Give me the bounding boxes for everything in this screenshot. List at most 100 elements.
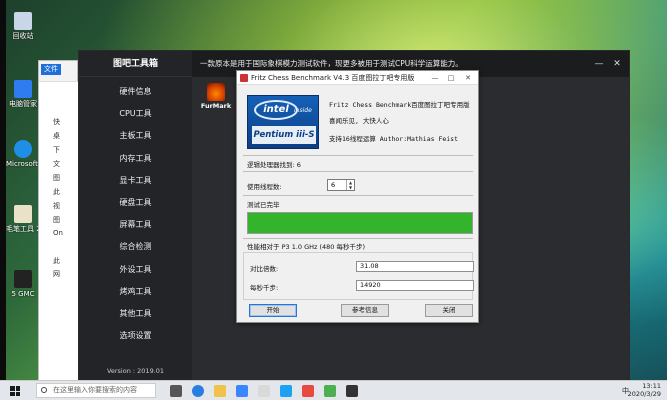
intel-wordmark: intel [254,100,298,120]
minimize-button[interactable]: — [429,71,441,85]
intel-inside-text: inside [294,107,312,114]
dialog-title: Fritz Chess Benchmark V4.3 百度图拉丁吧专用版 [251,74,415,82]
edge-icon[interactable] [192,385,204,397]
app-icon[interactable] [258,385,270,397]
clock-time: 13:11 [642,382,661,390]
desktop-icon-label: Microsoft Edge [6,160,40,168]
toolbox-taskbar-icon[interactable] [346,385,358,397]
reference-info-button[interactable]: 参考信息 [341,304,389,317]
nav-item[interactable]: 文 [53,159,60,169]
ratio-value-field: 31.08 [356,261,474,272]
processors-found-label: 逻辑处理器找到: 6 [247,161,301,169]
desktop-icon-recycle-bin[interactable]: 回收站 [6,12,40,40]
status-label: 测试已完毕 [247,201,280,209]
tool-furmark[interactable]: FurMark [198,83,234,110]
edge-icon [14,140,32,158]
search-placeholder: 在这里输入你要搜索的内容 [53,386,137,394]
desktop-icon-pc-manager[interactable]: 电脑管家 [6,80,40,108]
nav-item[interactable]: 视 [53,201,60,211]
dialog-titlebar: Fritz Chess Benchmark V4.3 百度图拉丁吧专用版 — □… [237,71,478,85]
nav-hardware-info[interactable]: 硬件信息 [79,81,192,103]
nav-item[interactable]: 图 [53,215,60,225]
task-view-icon[interactable] [170,385,182,397]
fritz-benchmark-dialog[interactable]: Fritz Chess Benchmark V4.3 百度图拉丁吧专用版 — □… [236,70,479,323]
folder-icon [14,205,32,223]
toolbox-nav: 硬件信息 CPU工具 主板工具 内存工具 显卡工具 硬盘工具 屏幕工具 综合检测… [79,81,192,347]
threads-spinner[interactable]: 6 ▲ ▼ [327,179,355,191]
furmark-icon [207,83,225,101]
info-line-1: Fritz Chess Benchmark百度图拉丁吧专用版 [329,101,470,109]
threads-value: 6 [331,181,336,189]
benchmark-progress-bar [247,212,473,234]
folder-icon[interactable] [214,385,226,397]
taskbar: 在这里输入你要搜索的内容 中 13:11 2020/3/29 [0,380,667,400]
toolbox-title: 图吧工具箱 [79,51,192,77]
divider [243,171,473,172]
toolbox-sidebar: 图吧工具箱 硬件信息 CPU工具 主板工具 内存工具 显卡工具 硬盘工具 屏幕工… [79,51,192,381]
nav-memory-tools[interactable]: 内存工具 [79,148,192,170]
app-icon[interactable] [302,385,314,397]
desktop-icon-label: 5 GMC [11,290,35,298]
nav-item[interactable]: 此 [53,187,60,197]
recycle-bin-icon [14,12,32,30]
nav-motherboard-tools[interactable]: 主板工具 [79,125,192,147]
results-group: 对比倍数: 31.08 每秒千步: 14920 [243,252,474,300]
desktop-icon-label: 毛笔工具 2019 [6,225,40,233]
taskbar-search-input[interactable]: 在这里输入你要搜索的内容 [36,383,156,398]
divider [243,238,473,239]
nav-stress-tools[interactable]: 烤鸡工具 [79,281,192,303]
tool-label: FurMark [200,102,232,110]
nav-peripheral-tools[interactable]: 外设工具 [79,259,192,281]
shield-icon [14,80,32,98]
nav-item[interactable]: 桌 [53,131,60,141]
cpu-model-badge: Pentium iii-S [252,126,316,144]
store-icon[interactable] [236,385,248,397]
info-line-2: 喜闻乐见, 大快人心 [329,117,389,125]
clock-date: 2020/3/29 [627,390,661,398]
nav-item[interactable]: 图 [53,173,60,183]
nav-screen-tools[interactable]: 屏幕工具 [79,214,192,236]
app-icon [14,270,32,288]
start-button[interactable]: 开始 [249,304,297,317]
minimize-button[interactable]: — [592,51,606,77]
nav-gpu-tools[interactable]: 显卡工具 [79,170,192,192]
desktop-icon-toolkit[interactable]: 毛笔工具 2019 [6,205,40,233]
threads-label: 使用线程数: [247,183,282,191]
close-button[interactable]: ✕ [462,71,474,85]
close-button[interactable]: ✕ [610,51,624,77]
nav-disk-tools[interactable]: 硬盘工具 [79,192,192,214]
nav-item[interactable]: 下 [53,145,60,155]
divider [243,155,473,156]
info-line-3: 支持16线程运算 Author:Mathias Feist [329,135,459,143]
version-label: Version : 2019.01 [106,367,165,375]
performance-label: 性能相对于 P3 1.0 GHz (480 每秒千步) [247,243,366,251]
windows-start-icon[interactable] [10,386,20,396]
close-dialog-button[interactable]: 关闭 [425,304,473,317]
desktop-icon-edge[interactable]: Microsoft Edge [6,140,40,168]
fritz-app-icon [240,74,248,82]
nav-general-test[interactable]: 综合检测 [79,236,192,258]
search-icon [41,387,47,393]
progress-fill [248,213,472,233]
nav-item[interactable]: 快 [53,117,60,127]
nav-cpu-tools[interactable]: CPU工具 [79,103,192,125]
desktop-icon-gmc[interactable]: 5 GMC [6,270,40,298]
file-explorer-window[interactable]: 文件 快 桌 下 文 图 此 视 图 On 此 网 [38,60,79,386]
app-icon[interactable] [324,385,336,397]
divider [243,195,473,196]
nav-other-tools[interactable]: 其他工具 [79,303,192,325]
desktop-icon-label: 回收站 [12,32,34,40]
nav-item[interactable]: On [53,229,63,237]
intel-pentium-logo: intel inside Pentium iii-S [247,95,319,149]
spinner-arrows-icon[interactable]: ▲ ▼ [346,180,354,190]
file-tab[interactable]: 文件 [41,64,61,75]
nav-item[interactable]: 网 [53,269,60,279]
kilonodes-label: 每秒千步: [250,284,279,292]
system-clock[interactable]: 13:11 2020/3/29 [628,382,661,398]
nav-settings[interactable]: 选项设置 [79,325,192,347]
browser-icon[interactable] [280,385,292,397]
nav-item[interactable]: 此 [53,256,60,266]
kilonodes-value-field: 14920 [356,280,474,291]
maximize-button[interactable]: □ [445,71,457,85]
desktop-icon-label: 电脑管家 [9,100,37,108]
